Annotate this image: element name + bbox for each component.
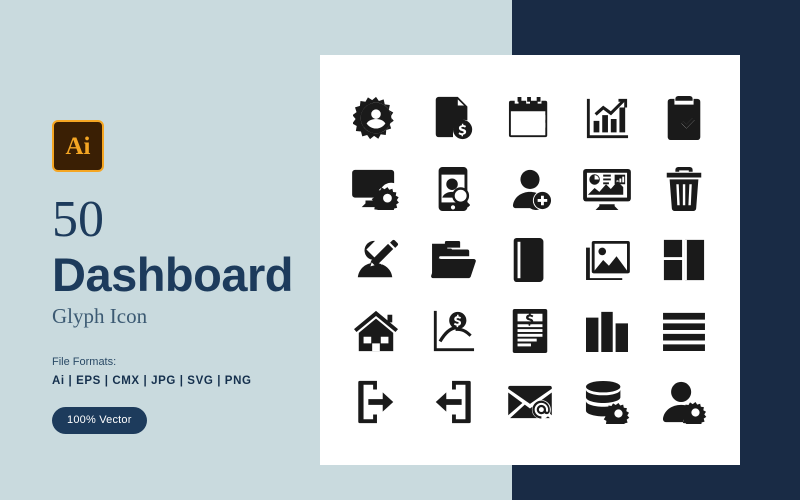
financial-report-document-icon bbox=[512, 308, 548, 353]
file-formats-label: File Formats: bbox=[52, 356, 117, 369]
poster-stage: Ai 50 Dashboard Glyph Icon File Formats:… bbox=[0, 0, 800, 500]
logout-arrow-icon bbox=[435, 380, 471, 423]
list-menu-lines-icon bbox=[662, 312, 705, 351]
page-subtitle: Glyph Icon bbox=[52, 304, 148, 329]
user-settings-gear-icon bbox=[353, 97, 395, 140]
icon-card bbox=[320, 55, 740, 465]
user-account-settings-icon bbox=[662, 381, 706, 424]
left-text-panel: Ai 50 Dashboard Glyph Icon File Formats:… bbox=[52, 120, 352, 435]
layout-grid-panels-icon bbox=[663, 239, 704, 281]
database-server-settings-icon bbox=[585, 380, 630, 424]
dollar-line-chart-icon bbox=[434, 310, 475, 351]
icon-count: 50 bbox=[52, 191, 104, 248]
icon-cell bbox=[415, 225, 492, 296]
bar-chart-growth-icon bbox=[586, 99, 628, 139]
email-at-envelope-icon bbox=[508, 385, 552, 419]
icon-cell bbox=[568, 225, 645, 296]
closed-folder-icon bbox=[513, 237, 544, 283]
file-formats-list: Ai | EPS | CMX | JPG | SVG | PNG bbox=[52, 375, 252, 388]
icon-cell bbox=[415, 154, 492, 225]
icon-cell bbox=[568, 295, 645, 366]
icon-cell bbox=[338, 295, 415, 366]
icon-cell bbox=[338, 154, 415, 225]
icon-cell bbox=[492, 225, 569, 296]
icon-cell bbox=[338, 225, 415, 296]
icon-cell bbox=[338, 366, 415, 437]
icon-cell bbox=[492, 83, 569, 154]
icon-cell bbox=[645, 225, 722, 296]
analytics-dashboard-monitor-icon bbox=[582, 169, 631, 211]
icon-cell bbox=[568, 83, 645, 154]
calendar-icon bbox=[508, 97, 548, 138]
icon-cell bbox=[492, 154, 569, 225]
login-arrow-icon bbox=[358, 380, 394, 423]
badge-label: Ai bbox=[65, 132, 91, 160]
vector-badge: 100% Vector bbox=[52, 407, 147, 435]
icon-cell bbox=[645, 366, 722, 437]
icon-cell bbox=[568, 366, 645, 437]
icon-cell bbox=[568, 154, 645, 225]
icon-cell bbox=[492, 366, 569, 437]
icon-cell bbox=[645, 295, 722, 366]
monitor-settings-icon bbox=[352, 170, 400, 211]
image-gallery-icon bbox=[585, 240, 630, 280]
icon-cell bbox=[492, 295, 569, 366]
icon-cell bbox=[645, 154, 722, 225]
mobile-user-search-icon bbox=[438, 167, 471, 212]
column-layout-chart-icon bbox=[585, 311, 628, 352]
home-house-icon bbox=[354, 310, 399, 351]
trash-bin-icon bbox=[666, 167, 701, 212]
clipboard-check-icon bbox=[667, 96, 700, 141]
icon-grid bbox=[320, 55, 740, 465]
icon-cell bbox=[338, 83, 415, 154]
open-folder-icon bbox=[431, 240, 477, 279]
user-edit-pencil-icon bbox=[358, 237, 399, 278]
icon-cell bbox=[645, 83, 722, 154]
add-user-icon bbox=[512, 170, 552, 211]
icon-cell bbox=[415, 295, 492, 366]
icon-cell bbox=[415, 83, 492, 154]
icon-cell bbox=[415, 366, 492, 437]
invoice-dollar-document-icon bbox=[435, 97, 473, 140]
page-title: Dashboard bbox=[52, 248, 294, 301]
adobe-illustrator-badge: Ai bbox=[52, 120, 104, 172]
